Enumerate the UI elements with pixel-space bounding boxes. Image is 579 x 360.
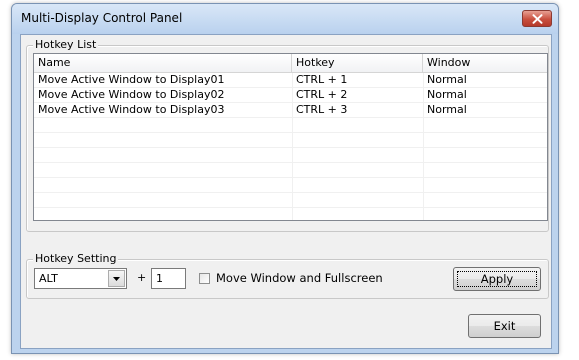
modifier-selected-value: ALT — [39, 272, 58, 285]
empty-row — [34, 193, 547, 208]
table-row[interactable]: Move Active Window to Display01 CTRL + 1… — [34, 73, 547, 88]
list-header: Name Hotkey Window — [34, 54, 547, 73]
column-header-name[interactable]: Name — [34, 54, 292, 72]
plus-label: + — [137, 271, 147, 284]
row-window-cell: Normal — [427, 73, 467, 86]
close-icon — [532, 14, 543, 24]
hotkey-list-label: Hotkey List — [33, 38, 99, 51]
row-window-cell: Normal — [427, 103, 467, 116]
focus-rectangle — [457, 271, 537, 287]
row-window-cell: Normal — [427, 88, 467, 101]
exit-button-label: Exit — [493, 319, 516, 333]
exit-button[interactable]: Exit — [468, 314, 541, 338]
empty-row — [34, 178, 547, 193]
column-header-hotkey[interactable]: Hotkey — [292, 54, 423, 72]
apply-button[interactable]: Apply — [453, 267, 541, 291]
title-bar[interactable]: Multi-Display Control Panel — [12, 4, 558, 34]
modifier-dropdown-button[interactable] — [108, 270, 125, 287]
empty-row — [34, 118, 547, 133]
empty-row — [34, 208, 547, 220]
close-button[interactable] — [522, 10, 552, 27]
table-row[interactable]: Move Active Window to Display02 CTRL + 2… — [34, 88, 547, 103]
fullscreen-checkbox[interactable] — [199, 273, 210, 284]
chevron-down-icon — [113, 277, 120, 281]
hotkey-setting-group: Hotkey Setting ALT + 1 Move Window and F… — [26, 252, 549, 299]
empty-row — [34, 163, 547, 178]
hotkey-list-view[interactable]: Name Hotkey Window Move Active Window to… — [33, 53, 548, 221]
hotkey-list-group: Hotkey List Name Hotkey Window Move Acti… — [26, 38, 549, 232]
empty-row — [34, 133, 547, 148]
fullscreen-checkbox-label[interactable]: Move Window and Fullscreen — [216, 271, 383, 285]
empty-row — [34, 148, 547, 163]
key-input-value: 1 — [156, 272, 163, 285]
hotkey-setting-label: Hotkey Setting — [33, 252, 119, 265]
dialog-client-area: Hotkey List Name Hotkey Window Move Acti… — [20, 34, 552, 349]
window-title: Multi-Display Control Panel — [21, 11, 183, 25]
key-input[interactable]: 1 — [151, 268, 186, 289]
table-row[interactable]: Move Active Window to Display03 CTRL + 3… — [34, 103, 547, 118]
row-hotkey-cell: CTRL + 1 — [296, 73, 348, 86]
list-rows: Move Active Window to Display01 CTRL + 1… — [34, 73, 547, 220]
row-name-cell: Move Active Window to Display01 — [38, 73, 225, 86]
row-name-cell: Move Active Window to Display03 — [38, 103, 225, 116]
dialog-window: Multi-Display Control Panel Hotkey List … — [11, 3, 559, 354]
row-hotkey-cell: CTRL + 3 — [296, 103, 348, 116]
row-name-cell: Move Active Window to Display02 — [38, 88, 225, 101]
modifier-select[interactable]: ALT — [34, 268, 127, 289]
row-hotkey-cell: CTRL + 2 — [296, 88, 348, 101]
column-header-window[interactable]: Window — [423, 54, 547, 72]
